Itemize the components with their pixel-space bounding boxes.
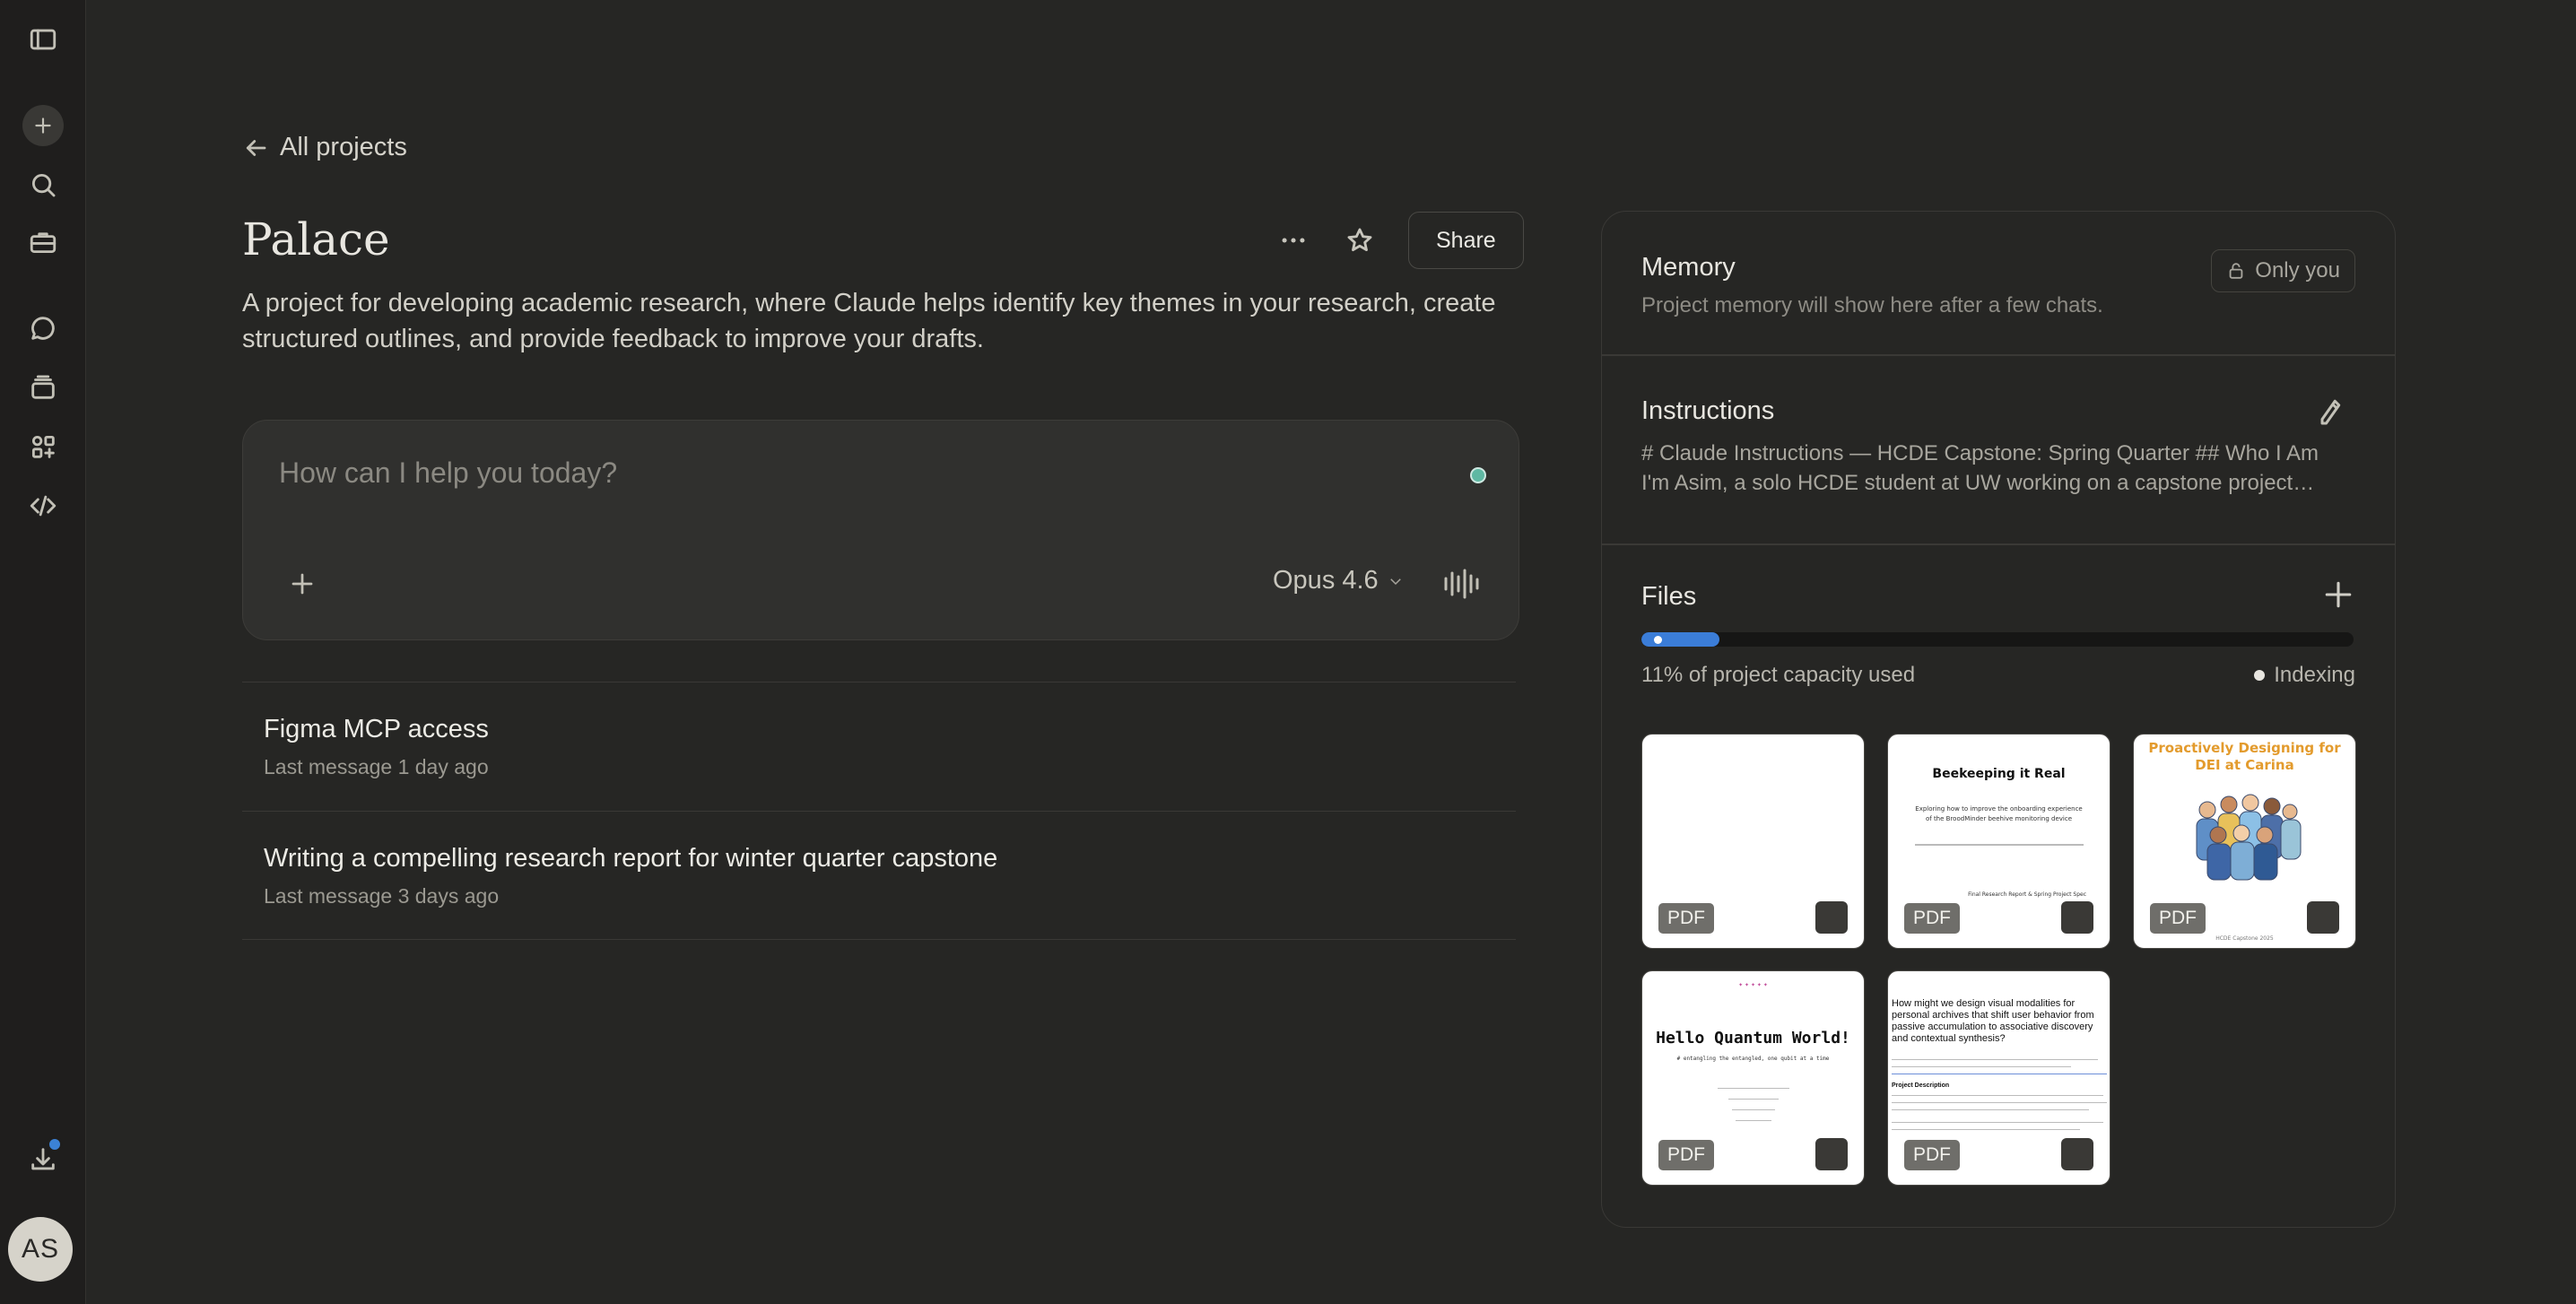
chat-list: Figma MCP access Last message 1 day ago … — [242, 682, 1516, 940]
pdf-badge: PDF — [1658, 903, 1714, 934]
lock-icon — [2229, 263, 2243, 279]
file-thumbnail[interactable]: ✦ ✦ ✦ ✦ ✦ Hello Quantum World! # entangl… — [1641, 970, 1865, 1186]
file-preview-title: Beekeeping it Real — [1932, 767, 2066, 781]
people-illustration-icon — [2196, 794, 2302, 881]
file-thumbnail[interactable]: How might we design visual modalities fo… — [1887, 970, 2110, 1186]
all-projects-link[interactable]: All projects — [242, 133, 407, 162]
divider — [1892, 1109, 2089, 1110]
chat-title: Writing a compelling research report for… — [264, 844, 998, 873]
files-section: Files — [1602, 582, 2395, 612]
file-thumbnail[interactable]: Beekeeping it Real Exploring how to impr… — [1887, 734, 2110, 949]
user-avatar[interactable]: AS — [8, 1217, 73, 1282]
chevron-down-icon — [1389, 578, 1401, 585]
model-label: Opus 4.6 — [1273, 566, 1379, 595]
file-preview-subtitle: Exploring how to improve the onboarding … — [1915, 805, 2083, 822]
divider — [1602, 354, 2395, 356]
file-preview-footer: Final Research Report & Spring Project S… — [1968, 891, 2086, 898]
file-preview-footer: HCDE Capstone 2025 — [2215, 935, 2274, 942]
instructions-section[interactable]: Instructions # Claude Instructions — HCD… — [1602, 396, 2395, 498]
project-knowledge-panel: Memory Project memory will show here aft… — [1601, 211, 2396, 1228]
file-select-checkbox[interactable] — [1815, 1138, 1848, 1170]
status-dot-icon — [2254, 670, 2266, 681]
instructions-title: Instructions — [1641, 396, 1775, 425]
file-thumbnail[interactable]: Proactively Designing for DEI at Carina … — [2133, 734, 2356, 949]
chat-title: Figma MCP access — [264, 715, 489, 743]
code-icon[interactable] — [22, 484, 65, 527]
app-window: AS All projects Palace Share A project f… — [0, 0, 2576, 1304]
file-select-checkbox[interactable] — [1815, 901, 1848, 934]
pdf-badge: PDF — [1904, 1140, 1960, 1170]
project-description: A project for developing academic resear… — [242, 289, 1496, 353]
pdf-badge: PDF — [2150, 903, 2206, 934]
attach-plus-icon[interactable] — [283, 564, 322, 604]
capacity-bar-fill — [1641, 632, 1720, 647]
divider — [1736, 1120, 1771, 1121]
divider — [1728, 1099, 1779, 1100]
edit-pencil-icon[interactable] — [2314, 396, 2346, 429]
divider — [1732, 1109, 1775, 1110]
visibility-label: Only you — [2255, 258, 2340, 283]
divider — [1892, 1102, 2107, 1103]
capacity-label: 11% of project capacity used — [1641, 663, 1916, 687]
share-button[interactable]: Share — [1408, 212, 1524, 269]
visibility-button[interactable]: Only you — [2211, 249, 2355, 292]
model-selector[interactable]: Opus 4.6 — [1273, 566, 1404, 595]
new-chat-button[interactable] — [22, 105, 64, 146]
file-select-checkbox[interactable] — [2307, 901, 2339, 934]
arrow-left-icon — [246, 139, 266, 156]
voice-mode-icon[interactable] — [1441, 562, 1484, 605]
divider — [1718, 1088, 1789, 1089]
sidebar-toggle-icon[interactable] — [22, 18, 65, 61]
file-preview-title: Hello Quantum World! — [1656, 1029, 1850, 1048]
divider — [1602, 543, 2395, 545]
files-title: Files — [1641, 582, 1697, 611]
chat-timestamp: Last message 3 days ago — [264, 884, 500, 908]
notification-badge — [47, 1136, 63, 1152]
capacity-bar — [1641, 632, 2354, 647]
file-preview-title: How might we design visual modalities fo… — [1892, 998, 2094, 1044]
projects-icon[interactable] — [22, 221, 65, 264]
project-title: Palace — [242, 213, 390, 265]
download-icon[interactable] — [22, 1136, 65, 1181]
divider — [1892, 1066, 2071, 1067]
sidebar-rail: AS — [0, 0, 86, 1304]
divider — [1892, 1059, 2098, 1060]
artifacts-icon[interactable] — [22, 366, 65, 409]
file-preview-title: Proactively Designing for DEI at Carina — [2148, 740, 2341, 773]
message-input[interactable] — [279, 456, 1355, 490]
file-preview-section: Project Description — [1892, 1082, 1950, 1089]
all-projects-label: All projects — [280, 133, 407, 161]
file-preview-label: ✦ ✦ ✦ ✦ ✦ — [1738, 982, 1768, 988]
pdf-badge: PDF — [1904, 903, 1960, 934]
search-icon[interactable] — [22, 163, 65, 206]
chat-list-item[interactable]: Writing a compelling research report for… — [242, 811, 1516, 940]
memory-subtitle: Project memory will show here after a fe… — [1641, 293, 2103, 317]
chat-list-item[interactable]: Figma MCP access Last message 1 day ago — [242, 682, 1516, 811]
file-select-checkbox[interactable] — [2061, 1138, 2093, 1170]
instructions-preview-line-2: I'm Asim, a solo HCDE student at UW work… — [1641, 471, 2315, 495]
divider — [1892, 1129, 2080, 1130]
status-indicator — [1470, 467, 1486, 483]
indexing-status: Indexing — [2254, 663, 2355, 688]
star-icon[interactable] — [1336, 217, 1383, 264]
divider — [1892, 1095, 2103, 1096]
divider — [1892, 1122, 2103, 1123]
divider — [1915, 844, 2084, 846]
more-options-icon[interactable] — [1270, 217, 1317, 264]
chat-timestamp: Last message 1 day ago — [264, 755, 489, 778]
project-actions: Share — [1270, 212, 1524, 269]
chat-composer: Opus 4.6 — [242, 420, 1519, 640]
apps-icon[interactable] — [22, 425, 65, 468]
add-file-icon[interactable] — [2323, 579, 2355, 612]
pdf-badge: PDF — [1658, 1140, 1714, 1170]
instructions-preview-line-1: # Claude Instructions — HCDE Capstone: S… — [1641, 441, 2319, 465]
file-thumbnail[interactable]: PDF — [1641, 734, 1865, 949]
file-select-checkbox[interactable] — [2061, 901, 2093, 934]
chats-icon[interactable] — [22, 307, 65, 350]
file-preview-subtitle: # entangling the entangled, one qubit at… — [1676, 1056, 1830, 1062]
